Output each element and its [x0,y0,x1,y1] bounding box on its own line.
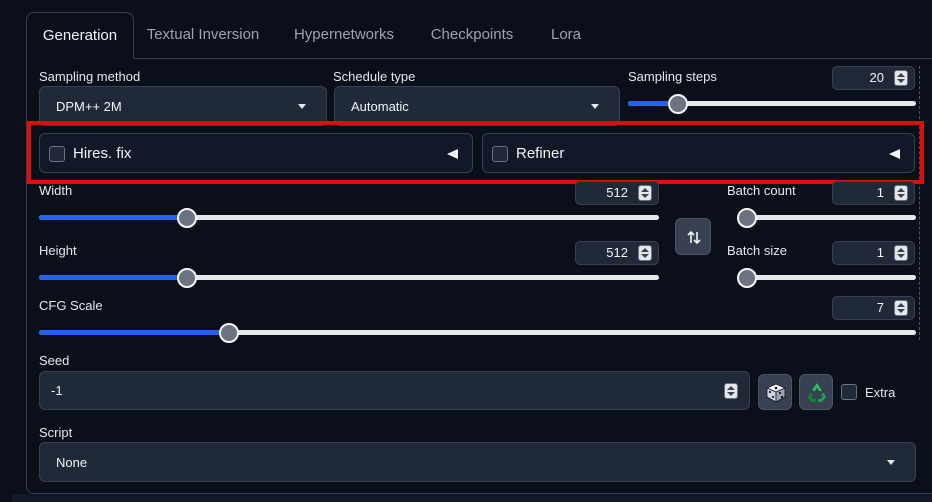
script-label: Script [39,425,73,440]
stepper-icon[interactable] [724,383,738,399]
width-slider[interactable] [39,208,659,228]
stepper-icon[interactable] [894,70,908,86]
extra-checkbox[interactable] [841,384,857,400]
random-seed-button[interactable] [758,374,792,410]
height-input[interactable]: 512 [575,241,659,265]
extra-label: Extra [865,385,896,400]
batch-size-slider[interactable] [737,268,916,288]
script-value: None [56,455,88,470]
highlight-box [27,121,924,184]
width-label: Width [39,183,73,198]
tab-textual-inversion[interactable]: Textual Inversion [138,12,268,59]
chevron-down-icon [298,104,306,109]
sampling-method-label: Sampling method [39,69,141,84]
sampling-steps-input[interactable]: 20 [832,66,915,90]
sampling-steps-label: Sampling steps [628,69,717,84]
height-slider[interactable] [39,268,659,288]
batch-count-input[interactable]: 1 [832,181,915,205]
slider-thumb[interactable] [218,323,239,343]
page-bottom-edge [12,494,932,502]
seed-value: -1 [51,383,63,398]
tab-bar: Generation Textual Inversion Hypernetwor… [26,12,932,59]
sampling-method-dropdown[interactable]: DPM++ 2M [39,86,327,126]
slider-thumb[interactable] [177,268,197,288]
stepper-icon[interactable] [638,185,652,201]
tab-checkpoints[interactable]: Checkpoints [422,12,522,59]
batch-count-value: 1 [876,185,884,200]
seed-label: Seed [39,353,70,368]
dice-icon [766,383,786,403]
stepper-icon[interactable] [894,300,908,316]
cfg-scale-input[interactable]: 7 [832,296,915,320]
chevron-down-icon [591,104,599,109]
reuse-seed-button[interactable] [799,374,833,410]
cfg-scale-slider[interactable] [39,323,916,343]
batch-size-label: Batch size [727,243,787,258]
batch-count-label: Batch count [727,183,796,198]
slider-thumb[interactable] [668,94,689,114]
stepper-icon[interactable] [638,245,652,261]
height-label: Height [39,243,77,258]
cfg-scale-value: 7 [876,300,884,315]
slider-thumb[interactable] [177,208,197,228]
sampling-steps-slider[interactable] [628,94,916,114]
stepper-icon[interactable] [894,185,908,201]
tab-hypernetworks[interactable]: Hypernetworks [286,12,402,59]
sampling-steps-value: 20 [869,70,884,85]
batch-count-slider[interactable] [737,208,916,228]
width-input[interactable]: 512 [575,181,659,205]
height-value: 512 [606,245,628,260]
schedule-type-label: Schedule type [333,69,416,84]
tab-lora[interactable]: Lora [538,12,594,59]
recycle-icon [808,383,826,402]
stepper-icon[interactable] [894,245,908,261]
column-divider [919,66,920,340]
batch-size-value: 1 [876,245,884,260]
schedule-type-dropdown[interactable]: Automatic [334,86,620,126]
seed-input[interactable]: -1 [39,371,750,410]
script-dropdown[interactable]: None [39,442,916,482]
swap-dimensions-icon [687,230,701,245]
swap-dimensions-button[interactable] [675,218,711,255]
slider-thumb[interactable] [737,208,757,228]
width-value: 512 [606,185,628,200]
batch-size-input[interactable]: 1 [832,241,915,265]
chevron-down-icon [887,460,895,465]
page-margin [0,0,12,502]
slider-thumb[interactable] [737,268,757,288]
tab-generation[interactable]: Generation [26,12,134,59]
cfg-scale-label: CFG Scale [39,298,103,313]
